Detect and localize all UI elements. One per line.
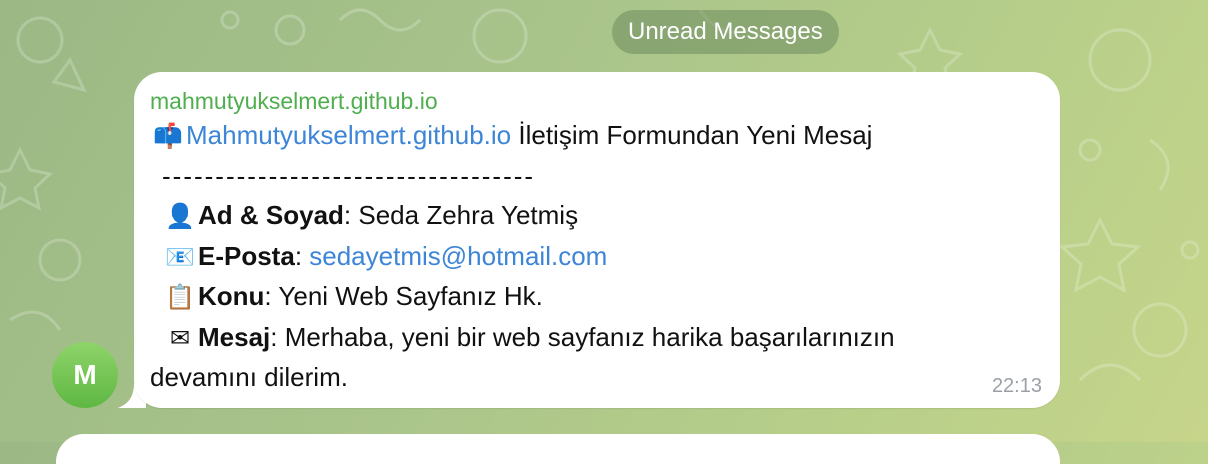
message-line: ✉ Mesaj: Merhaba, yeni bir web sayfanız h… [150,318,1040,359]
email-link[interactable]: sedayetmis@hotmail.com [309,241,607,271]
message-timestamp: 22:13 [991,375,1042,397]
message-title-line: 📫 Mahmutyukselmert.github.io İletişim For… [150,116,1040,157]
clipboard-icon: 📋 [165,283,195,311]
subject-label: Konu [198,281,265,311]
message-value: Merhaba, yeni bir web sayfanız harika ba… [277,321,895,352]
avatar[interactable]: M [52,342,118,408]
email-label: E-Posta [198,240,295,271]
subject-line: 📋 Konu: Yeni Web Sayfanız Hk. [150,277,1040,318]
title-text: İletişim Formundan Yeni Mesaj [511,120,873,150]
message-label: Mesaj [198,321,271,352]
message-bubble[interactable]: mahmutyukselmert.github.io 📫 Mahmutyuksel… [134,72,1060,408]
next-message-bubble[interactable] [56,434,1060,464]
user-icon: 👤 [165,202,195,230]
name-line: 👤 Ad & Soyad: Seda Zehra Yetmiş [150,196,1040,237]
mailbox-icon: 📫 [153,122,183,150]
message-continuation-line: devamını dilerim. [150,358,1040,398]
message-value-continued: devamını dilerim. [150,362,348,392]
email-line: 📧 E-Posta: sedayetmis@hotmail.com [150,237,1040,278]
title-link[interactable]: Mahmutyukselmert.github.io [186,120,511,150]
letter-icon: ✉ [169,323,191,352]
name-label: Ad & Soyad [198,200,344,230]
sender-name[interactable]: mahmutyukselmert.github.io [150,86,1040,116]
name-value: Seda Zehra Yetmiş [351,200,579,230]
unread-messages-divider: Unread Messages [612,10,839,54]
subject-value: Yeni Web Sayfanız Hk. [271,281,543,311]
separator: ----------------------------------- [162,160,536,191]
separator-line: ----------------------------------- [150,157,1040,197]
envelope-icon: 📧 [165,242,195,271]
